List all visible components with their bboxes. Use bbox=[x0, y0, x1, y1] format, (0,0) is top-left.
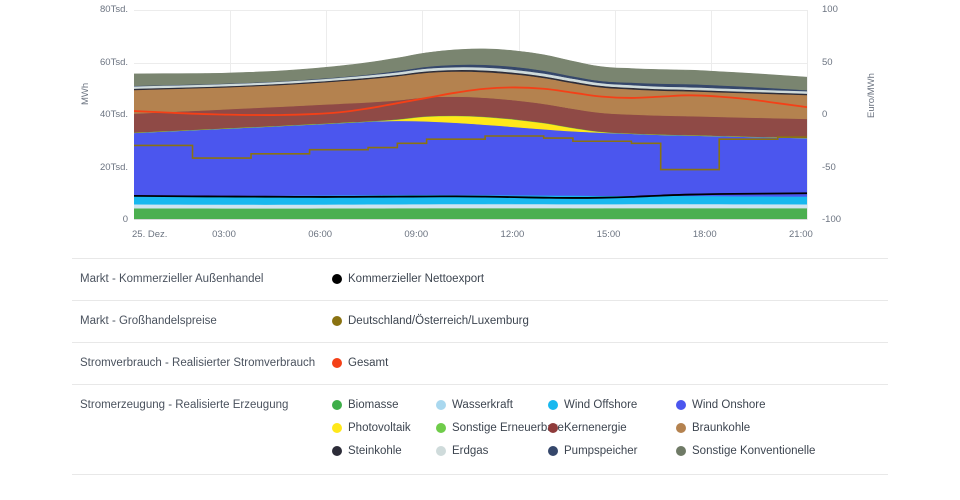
legend-color-dot-icon bbox=[436, 423, 446, 433]
chart-container: 80Tsd.60Tsd.40Tsd.20Tsd.0 100500-50-100 … bbox=[0, 0, 960, 250]
chart-legend: Markt - Kommerzieller Außenhandel Kommerz… bbox=[72, 258, 888, 475]
energy-chart-page: 80Tsd.60Tsd.40Tsd.20Tsd.0 100500-50-100 … bbox=[0, 0, 960, 500]
legend-color-dot-icon bbox=[332, 400, 342, 410]
legend-category-label: Stromerzeugung - Realisierte Erzeugung bbox=[72, 398, 332, 413]
left-axis-tick: 0 bbox=[68, 214, 128, 225]
legend-item[interactable]: Kernenergie bbox=[548, 421, 676, 435]
left-axis-tick: 40Tsd. bbox=[68, 109, 128, 120]
legend-item-label: Gesamt bbox=[348, 356, 388, 370]
left-axis-tick: 80Tsd. bbox=[68, 4, 128, 15]
legend-item[interactable]: Deutschland/Österreich/Luxemburg bbox=[332, 314, 529, 328]
x-axis-tick: 18:00 bbox=[693, 229, 717, 240]
legend-item-label: Wind Offshore bbox=[564, 398, 637, 412]
legend-item[interactable]: Kommerzieller Nettoexport bbox=[332, 272, 484, 286]
legend-item-label: Steinkohle bbox=[348, 444, 402, 458]
legend-color-dot-icon bbox=[436, 446, 446, 456]
legend-row: Markt - Großhandelspreise Deutschland/Öst… bbox=[72, 300, 888, 342]
legend-row: Stromerzeugung - Realisierte ErzeugungBi… bbox=[72, 384, 888, 475]
legend-item-label: Pumpspeicher bbox=[564, 444, 638, 458]
legend-item-group: Kommerzieller Nettoexport bbox=[332, 272, 888, 286]
legend-category-label: Stromverbrauch - Realisierter Stromverbr… bbox=[72, 356, 332, 371]
right-axis-title: Euro/MWh bbox=[866, 73, 877, 118]
legend-item-group: Gesamt bbox=[332, 356, 888, 370]
legend-item[interactable]: Sonstige Erneuerbare bbox=[436, 421, 548, 435]
legend-item[interactable]: Biomasse bbox=[332, 398, 436, 412]
x-axis-tick: 06:00 bbox=[308, 229, 332, 240]
legend-item[interactable]: Steinkohle bbox=[332, 444, 436, 458]
x-axis-tick: 09:00 bbox=[404, 229, 428, 240]
right-axis-tick: -50 bbox=[822, 162, 882, 173]
x-axis-tick: 25. Dez. bbox=[132, 229, 167, 240]
left-axis-tick: 20Tsd. bbox=[68, 162, 128, 173]
right-axis-tick: -100 bbox=[822, 214, 882, 225]
legend-item-label: Kommerzieller Nettoexport bbox=[348, 272, 484, 286]
legend-category-label: Markt - Kommerzieller Außenhandel bbox=[72, 272, 332, 287]
x-axis-tick: 03:00 bbox=[212, 229, 236, 240]
legend-item[interactable]: Sonstige Konventionelle bbox=[676, 444, 888, 458]
legend-item-group: Biomasse Wasserkraft Wind Offshore Wind Ons… bbox=[332, 398, 888, 458]
legend-color-dot-icon bbox=[676, 446, 686, 456]
legend-item-label: Deutschland/Österreich/Luxemburg bbox=[348, 314, 529, 328]
legend-item-label: Wind Onshore bbox=[692, 398, 766, 412]
stacked-area-series bbox=[134, 10, 807, 220]
left-axis-title: MWh bbox=[80, 83, 91, 105]
legend-item[interactable]: Wind Offshore bbox=[548, 398, 676, 412]
legend-item[interactable]: Gesamt bbox=[332, 356, 388, 370]
x-axis-tick: 15:00 bbox=[597, 229, 621, 240]
legend-item[interactable]: Wasserkraft bbox=[436, 398, 548, 412]
legend-item[interactable]: Erdgas bbox=[436, 444, 548, 458]
legend-color-dot-icon bbox=[548, 446, 558, 456]
legend-item-label: Braunkohle bbox=[692, 421, 750, 435]
legend-color-dot-icon bbox=[332, 358, 342, 368]
legend-item[interactable]: Wind Onshore bbox=[676, 398, 888, 412]
left-axis-tick: 60Tsd. bbox=[68, 57, 128, 68]
right-axis-tick: 100 bbox=[822, 4, 882, 15]
legend-item-label: Wasserkraft bbox=[452, 398, 513, 412]
legend-color-dot-icon bbox=[332, 423, 342, 433]
legend-item[interactable]: Braunkohle bbox=[676, 421, 888, 435]
x-axis-tick: 21:00 bbox=[789, 229, 813, 240]
legend-item[interactable]: Photovoltaik bbox=[332, 421, 436, 435]
legend-color-dot-icon bbox=[332, 274, 342, 284]
legend-item-label: Biomasse bbox=[348, 398, 399, 412]
x-axis-tick: 12:00 bbox=[501, 229, 525, 240]
legend-item-label: Erdgas bbox=[452, 444, 488, 458]
legend-category-label: Markt - Großhandelspreise bbox=[72, 314, 332, 329]
legend-color-dot-icon bbox=[676, 400, 686, 410]
legend-color-dot-icon bbox=[332, 446, 342, 456]
legend-item[interactable]: Pumpspeicher bbox=[548, 444, 676, 458]
right-axis-tick: 50 bbox=[822, 57, 882, 68]
vertical-gridline bbox=[807, 10, 808, 220]
legend-item-label: Photovoltaik bbox=[348, 421, 411, 435]
legend-color-dot-icon bbox=[548, 423, 558, 433]
legend-color-dot-icon bbox=[436, 400, 446, 410]
plot-area bbox=[134, 10, 807, 220]
legend-color-dot-icon bbox=[676, 423, 686, 433]
legend-item-label: Sonstige Konventionelle bbox=[692, 444, 815, 458]
legend-row: Stromverbrauch - Realisierter Stromverbr… bbox=[72, 342, 888, 384]
legend-color-dot-icon bbox=[548, 400, 558, 410]
legend-row: Markt - Kommerzieller Außenhandel Kommerz… bbox=[72, 258, 888, 300]
legend-item-label: Kernenergie bbox=[564, 421, 627, 435]
legend-item-group: Deutschland/Österreich/Luxemburg bbox=[332, 314, 888, 328]
x-axis-line bbox=[134, 219, 807, 220]
legend-color-dot-icon bbox=[332, 316, 342, 326]
